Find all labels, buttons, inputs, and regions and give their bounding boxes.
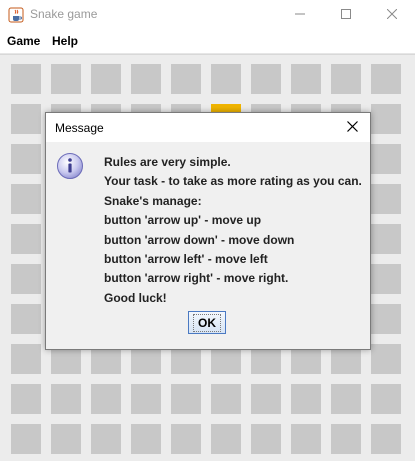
board-cell: [211, 64, 241, 94]
board-cell: [51, 384, 81, 414]
info-icon: [56, 152, 84, 180]
board-cell: [371, 384, 401, 414]
board-cell: [371, 344, 401, 374]
board-cell: [371, 144, 401, 174]
board-cell: [131, 424, 161, 454]
board-cell: [131, 384, 161, 414]
board-cell: [11, 224, 41, 254]
board-cell: [371, 224, 401, 254]
message-line: button 'arrow down' - move down: [104, 232, 295, 247]
minimize-button[interactable]: [277, 0, 323, 30]
board-cell: [51, 424, 81, 454]
java-coffee-cup-icon: [8, 7, 24, 23]
board-cell: [331, 384, 361, 414]
board-cell: [371, 264, 401, 294]
board-cell: [11, 264, 41, 294]
window-close-button[interactable]: [369, 0, 415, 30]
board-cell: [11, 384, 41, 414]
board-cell: [251, 384, 281, 414]
board-cell: [291, 384, 321, 414]
board-cell: [331, 424, 361, 454]
menu-game[interactable]: Game: [7, 34, 40, 48]
board-cell: [371, 304, 401, 334]
dialog-close-button[interactable]: [334, 113, 370, 142]
dialog-message: Rules are very simple. Your task - to tak…: [104, 153, 362, 308]
board-cell: [11, 344, 41, 374]
menu-help[interactable]: Help: [52, 34, 78, 48]
board-cell: [331, 64, 361, 94]
maximize-button[interactable]: [323, 0, 369, 30]
dialog-titlebar: Message: [46, 113, 370, 142]
message-line: button 'arrow left' - move left: [104, 251, 268, 266]
maximize-icon: [341, 6, 351, 24]
board-cell: [371, 104, 401, 134]
message-line: Snake's manage:: [104, 193, 202, 208]
board-cell: [11, 64, 41, 94]
ok-button[interactable]: OK: [188, 311, 226, 334]
window-titlebar: Snake game: [0, 0, 415, 30]
board-cell: [91, 384, 121, 414]
board-cell: [91, 64, 121, 94]
board-cell: [131, 64, 161, 94]
board-cell: [171, 384, 201, 414]
dialog-title: Message: [55, 121, 104, 135]
message-line: button 'arrow right' - move right.: [104, 271, 289, 286]
board-cell: [291, 64, 321, 94]
board-cell: [211, 424, 241, 454]
board-cell: [11, 144, 41, 174]
board-cell: [211, 384, 241, 414]
ok-button-label: OK: [193, 313, 221, 332]
board-cell: [171, 424, 201, 454]
board-cell: [11, 104, 41, 134]
window-title: Snake game: [30, 7, 98, 21]
board-cell: [371, 184, 401, 214]
board-cell: [91, 424, 121, 454]
board-cell: [291, 424, 321, 454]
board-cell: [371, 424, 401, 454]
board-cell: [371, 64, 401, 94]
board-cell: [11, 424, 41, 454]
message-line: Rules are very simple.: [104, 155, 231, 169]
message-line: button 'arrow up' - move up: [104, 213, 262, 228]
board-cell: [51, 64, 81, 94]
message-line: Good luck!: [104, 290, 167, 305]
board-cell: [11, 304, 41, 334]
close-icon: [386, 6, 398, 24]
minimize-icon: [295, 6, 305, 24]
menu-bar: Game Help: [0, 30, 415, 54]
message-line: Your task - to take as more rating as yo…: [104, 174, 362, 189]
message-dialog: Message Rules are very simple. Your task …: [45, 112, 371, 350]
board-cell: [11, 184, 41, 214]
board-cell: [251, 424, 281, 454]
board-cell: [171, 64, 201, 94]
board-cell: [251, 64, 281, 94]
close-icon: [346, 119, 358, 137]
